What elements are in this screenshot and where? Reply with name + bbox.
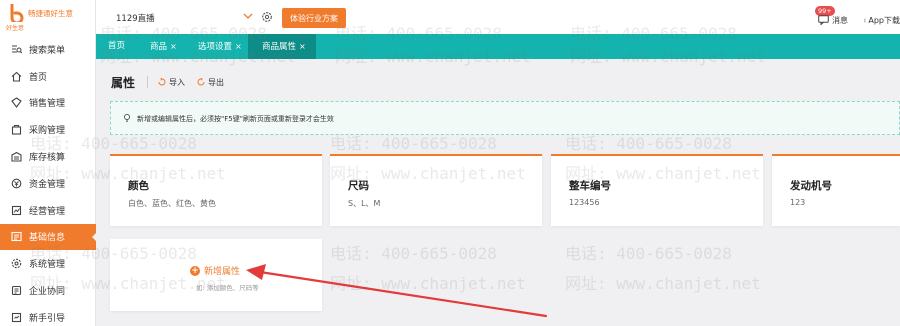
sidebar-item-sales[interactable]: 销售管理 — [0, 90, 96, 117]
divider — [147, 76, 149, 88]
import-icon — [158, 78, 166, 86]
attribute-name: 尺码 — [348, 180, 369, 192]
notice-text: 新增或编辑属性后，必须按"F5键"刷新页面或重新登录才会生效 — [137, 115, 334, 123]
industry-solution-button[interactable]: 体验行业方案 — [282, 8, 346, 28]
plus-icon: + — [190, 265, 200, 276]
sidebar-item-search-menu[interactable]: 搜索菜单 — [0, 36, 96, 63]
add-attribute-hint: 如: 添加颜色、尺码等 — [196, 284, 259, 292]
import-label: 导入 — [169, 77, 186, 87]
messages-label: 消息 — [832, 15, 848, 25]
sidebar-item-purchase[interactable]: 采购管理 — [0, 116, 96, 143]
tab-bar: 首页 商品 × 选项设置 × 商品属性 × — [96, 34, 900, 59]
tab-label: 首页 — [108, 41, 126, 51]
attribute-values: 白色、蓝色、红色、黄色 — [128, 199, 216, 208]
sidebar-item-basic-info[interactable]: 基础信息 — [0, 223, 97, 251]
inventory-icon — [10, 151, 22, 163]
basic-info-icon — [10, 231, 22, 243]
tab-label: 商品属性 — [262, 42, 297, 52]
sidebar-item-label: 库存核算 — [29, 153, 66, 164]
topbar: 1129直播 体验行业方案 99+ 消息 App下载 — [96, 0, 900, 34]
attribute-name: 整车编号 — [569, 180, 611, 192]
attribute-card[interactable]: 发动机号 123 — [772, 154, 900, 226]
attribute-card[interactable]: 颜色 白色、蓝色、红色、黄色 — [110, 154, 322, 226]
collaboration-icon — [10, 285, 22, 297]
attribute-values: 123456 — [569, 198, 600, 207]
tab-option-settings[interactable]: 选项设置 × — [198, 34, 242, 59]
sidebar-item-inventory[interactable]: 库存核算 — [0, 143, 96, 170]
tab-goods[interactable]: 商品 × — [150, 34, 177, 59]
sidebar-item-label: 企业协同 — [29, 287, 66, 298]
sidebar-item-label: 销售管理 — [29, 99, 66, 110]
purchase-icon — [10, 124, 22, 136]
close-icon[interactable]: × — [235, 42, 242, 51]
import-button[interactable]: 导入 — [158, 77, 185, 88]
sidebar-item-label: 经营管理 — [29, 206, 66, 217]
export-button[interactable]: 导出 — [197, 77, 224, 88]
sidebar-item-label: 首页 — [29, 72, 48, 83]
page-header: 属性 导入 导出 — [111, 73, 236, 91]
export-label: 导出 — [208, 77, 225, 87]
sidebar-item-label: 资金管理 — [29, 179, 66, 190]
funds-icon — [10, 177, 22, 189]
attribute-name: 颜色 — [128, 180, 149, 192]
attribute-name: 发动机号 — [790, 180, 832, 192]
gear-icon[interactable] — [261, 11, 273, 23]
messages-button[interactable]: 消息 — [818, 13, 858, 27]
tab-label: 商品 — [150, 42, 168, 52]
tab-goods-attributes[interactable]: 商品属性 × — [248, 34, 316, 59]
logo-icon — [10, 4, 24, 22]
add-attribute-label: 新增属性 — [204, 267, 241, 277]
app-download-label: App下载 — [868, 15, 900, 25]
sidebar-item-collaboration[interactable]: 企业协同 — [0, 277, 96, 304]
chevron-down-icon[interactable] — [242, 10, 254, 22]
sidebar-item-label: 系统管理 — [29, 260, 66, 271]
sidebar-item-label: 基础信息 — [29, 233, 66, 244]
notice-banner: 新增或编辑属性后，必须按"F5键"刷新页面或重新登录才会生效 — [110, 101, 900, 135]
sidebar-item-label: 新手引导 — [29, 313, 66, 324]
home-icon — [10, 70, 22, 82]
message-icon — [818, 15, 829, 25]
sidebar-item-system[interactable]: 系统管理 — [0, 250, 96, 277]
export-icon — [197, 78, 205, 86]
logo[interactable]: 好生意 畅捷通好生意 — [0, 0, 96, 34]
guide-icon — [10, 311, 22, 323]
logo-name: 畅捷通好生意 — [28, 9, 73, 18]
attribute-card[interactable]: 尺码 S、L、M — [330, 154, 542, 226]
sidebar-item-funds[interactable]: 资金管理 — [0, 170, 96, 197]
lightbulb-icon — [123, 113, 131, 122]
attribute-card[interactable]: 整车编号 123456 — [551, 154, 763, 226]
sidebar-menu: 搜索菜单 首页 销售管理 采购管理 库存核算 资金管理 经营管理 基础信息 系统… — [0, 36, 97, 326]
phone-icon — [864, 18, 867, 22]
sidebar-item-label: 搜索菜单 — [29, 45, 66, 56]
sales-icon — [10, 97, 22, 109]
add-attribute-card: + 新增属性 如: 添加颜色、尺码等 — [110, 239, 322, 311]
attribute-values: 123 — [790, 198, 806, 207]
sidebar: 好生意 畅捷通好生意 搜索菜单 首页 销售管理 采购管理 库存核算 资金管理 经… — [0, 0, 97, 326]
page-title: 属性 — [111, 75, 136, 90]
business-icon — [10, 204, 22, 216]
sidebar-item-home[interactable]: 首页 — [0, 63, 96, 90]
attribute-values: S、L、M — [348, 199, 381, 208]
shop-selector[interactable]: 1129直播 — [116, 12, 155, 24]
add-attribute-button[interactable]: + 新增属性 — [190, 264, 240, 277]
main-content: 属性 导入 导出 新增或编辑属性后，必须按"F5键"刷新页面或重新登录才会生效 … — [96, 59, 900, 326]
search-menu-icon — [10, 43, 22, 55]
sidebar-item-guide[interactable]: 新手引导 — [0, 304, 96, 326]
system-icon — [10, 258, 22, 270]
app-download-button[interactable]: App下载 — [864, 13, 900, 27]
close-icon[interactable]: × — [299, 42, 306, 51]
tab-home[interactable]: 首页 — [108, 34, 125, 59]
tab-label: 选项设置 — [198, 42, 233, 52]
sidebar-item-label: 采购管理 — [29, 126, 66, 137]
sidebar-item-business[interactable]: 经营管理 — [0, 197, 96, 224]
logo-sub-label: 好生意 — [6, 25, 25, 32]
close-icon[interactable]: × — [170, 42, 177, 51]
